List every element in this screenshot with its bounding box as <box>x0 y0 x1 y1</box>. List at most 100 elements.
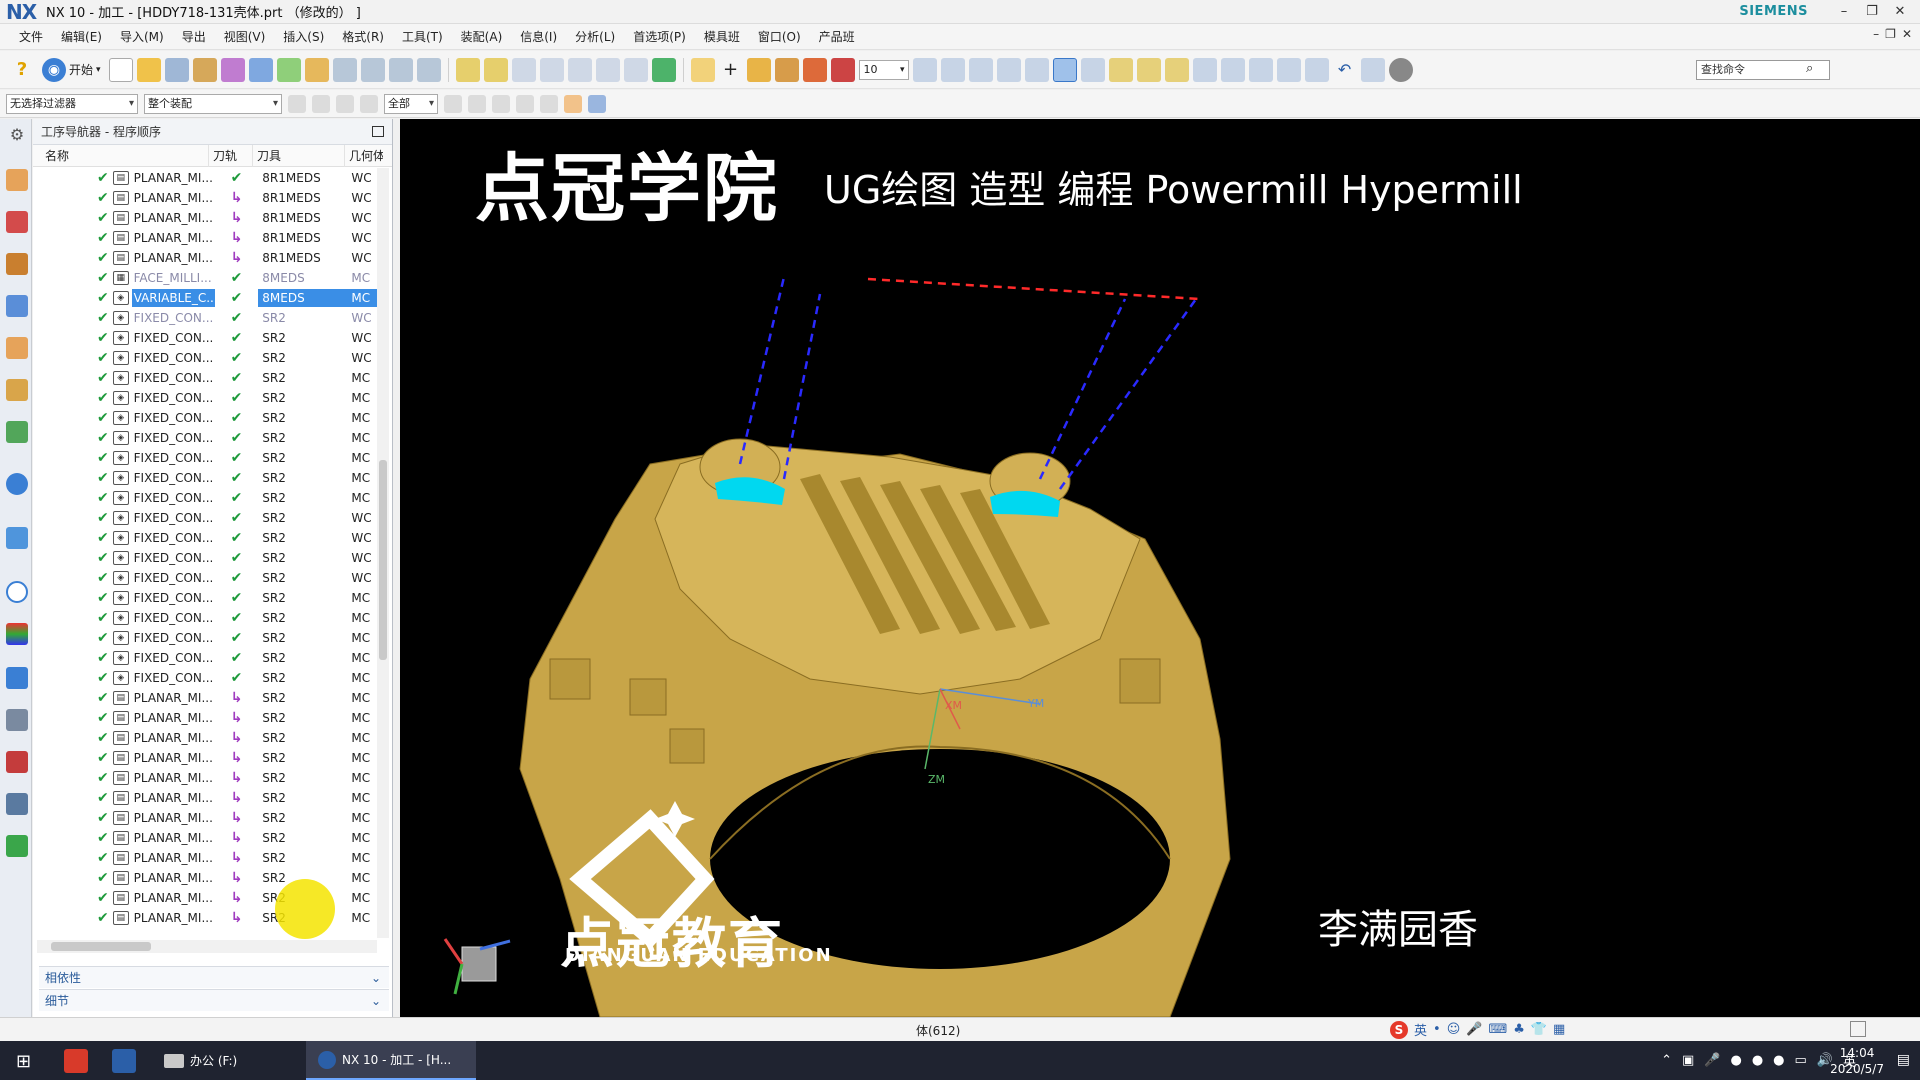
ime-voice-icon[interactable]: 🎤 <box>1466 1022 1482 1037</box>
maximize-panel-icon[interactable] <box>372 126 384 137</box>
operation-row[interactable]: ✔ ▤ PLANAR_MI... ✔ 8R1MEDS WC <box>33 168 383 188</box>
roles-icon[interactable] <box>6 751 28 773</box>
history-icon[interactable] <box>6 581 28 603</box>
view-rotate-icon[interactable] <box>996 57 1021 82</box>
doc-minimize-button[interactable]: – <box>1873 27 1879 41</box>
operation-row[interactable]: ✔ ◈ FIXED_CON... ✔ SR2 WC <box>33 328 383 348</box>
hd3d-tools-icon[interactable] <box>6 473 28 495</box>
tray-qq-icon[interactable]: ● <box>1730 1053 1741 1068</box>
create-method-icon[interactable] <box>276 57 301 82</box>
type-filter-select[interactable]: 全部 <box>384 93 438 114</box>
menu-assembly[interactable]: 装配(A) <box>452 28 512 45</box>
ruler-icon[interactable] <box>1192 57 1217 82</box>
stop-icon[interactable] <box>830 57 855 82</box>
tray-monitor-icon[interactable]: ▭ <box>1795 1053 1807 1068</box>
taskbar-clock[interactable]: 14:04 2020/5/7 <box>1830 1045 1884 1077</box>
doc-restore-button[interactable]: ❐ <box>1885 27 1896 41</box>
view-orient-icon[interactable] <box>1024 57 1049 82</box>
operation-row[interactable]: ✔ ▤ PLANAR_MI... ↳ 8R1MEDS WC <box>33 188 383 208</box>
operation-row[interactable]: ✔ ◈ FIXED_CON... ✔ SR2 MC <box>33 468 383 488</box>
geometry-view-icon[interactable] <box>388 57 413 82</box>
verify-toolpath-icon[interactable] <box>539 57 564 82</box>
process-studio-icon[interactable] <box>6 667 28 689</box>
operation-row[interactable]: ✔ ▤ PLANAR_MI... ↳ SR2 MC <box>33 768 383 788</box>
column-header-tool[interactable]: 刀具 <box>253 144 345 167</box>
operation-row[interactable]: ✔ ◈ FIXED_CON... ✔ SR2 MC <box>33 608 383 628</box>
create-operation-icon[interactable] <box>304 57 329 82</box>
vertical-scrollbar[interactable] <box>377 168 389 938</box>
menu-info[interactable]: 信息(I) <box>511 28 566 45</box>
palette-icon[interactable] <box>6 623 28 645</box>
show-hide-icon[interactable] <box>540 94 558 113</box>
windows-start-icon[interactable]: ⊞ <box>16 1051 31 1072</box>
ime-punct-icon[interactable]: • <box>1433 1022 1441 1037</box>
view-pan-icon[interactable] <box>968 57 993 82</box>
measure-icon[interactable] <box>1136 57 1161 82</box>
taskbar-nx-window[interactable]: NX 10 - 加工 - [H... <box>306 1041 476 1080</box>
select-rect-icon[interactable] <box>516 94 534 113</box>
operation-row[interactable]: ✔ ◈ VARIABLE_C... ✔ 8MEDS MC <box>33 288 383 308</box>
save-view-icon[interactable] <box>1304 57 1329 82</box>
taskbar-office-folder[interactable]: 办公 (F:) <box>156 1041 237 1080</box>
operation-row[interactable]: ✔ ▦ FACE_MILLI... ✔ 8MEDS MC <box>33 268 383 288</box>
doc-close-button[interactable]: ✕ <box>1902 27 1912 41</box>
constraint-navigator-icon[interactable] <box>6 211 28 233</box>
box-icon[interactable] <box>774 57 799 82</box>
operation-row[interactable]: ✔ ▤ PLANAR_MI... ↳ SR2 MC <box>33 708 383 728</box>
scrollbar-thumb[interactable] <box>379 460 387 660</box>
feature-navigator-icon[interactable] <box>6 379 28 401</box>
minimize-button[interactable]: – <box>1832 2 1856 22</box>
operation-row[interactable]: ✔ ◈ FIXED_CON... ✔ SR2 MC <box>33 588 383 608</box>
undo-icon[interactable]: ↶ <box>1333 58 1357 82</box>
ime-lang-icon[interactable]: 英 <box>1414 1020 1427 1039</box>
menu-analysis[interactable]: 分析(L) <box>566 28 624 45</box>
fullscreen-icon[interactable] <box>1850 1021 1866 1037</box>
create-tool-icon[interactable] <box>220 57 245 82</box>
operation-row[interactable]: ✔ ◈ FIXED_CON... ✔ SR2 MC <box>33 488 383 508</box>
selection-filter-select[interactable]: 无选择过滤器 <box>6 93 138 114</box>
operation-row[interactable]: ✔ ▤ PLANAR_MI... ↳ SR2 MC <box>33 728 383 748</box>
solid-body-icon[interactable] <box>564 94 582 113</box>
app-pinned-icon[interactable] <box>64 1049 88 1073</box>
ime-skin-icon[interactable]: 👕 <box>1531 1022 1547 1037</box>
column-header-toolpath[interactable]: 刀轨 <box>209 144 253 167</box>
column-header-geometry[interactable]: 几何体 <box>345 145 383 167</box>
operation-row[interactable]: ✔ ◈ FIXED_CON... ✔ SR2 MC <box>33 648 383 668</box>
manufacturing-wizard-icon[interactable] <box>6 709 28 731</box>
operation-row[interactable]: ✔ ◈ FIXED_CON... ✔ SR2 MC <box>33 668 383 688</box>
output-cls-icon[interactable] <box>651 57 676 82</box>
method-view-icon[interactable] <box>416 57 441 82</box>
system-materials-icon[interactable] <box>6 793 28 815</box>
operation-row[interactable]: ✔ ◈ FIXED_CON... ✔ SR2 MC <box>33 388 383 408</box>
operation-row[interactable]: ✔ ◈ FIXED_CON... ✔ SR2 MC <box>33 428 383 448</box>
select-chain-icon[interactable] <box>444 94 462 113</box>
sheet-body-icon[interactable] <box>588 94 606 113</box>
tray-expand-icon[interactable]: ⌃ <box>1661 1053 1672 1068</box>
assembly-navigator-icon[interactable] <box>1276 57 1301 82</box>
operation-row[interactable]: ✔ ▤ PLANAR_MI... ↳ SR2 MC <box>33 848 383 868</box>
dependencies-panel[interactable]: 相依性 ⌄ <box>39 966 389 988</box>
replay-toolpath-icon[interactable] <box>483 57 508 82</box>
snap-center-icon[interactable] <box>360 94 378 113</box>
view-fit-icon[interactable] <box>912 57 937 82</box>
operation-row[interactable]: ✔ ▤ PLANAR_MI... ↳ SR2 MC <box>33 828 383 848</box>
operation-row[interactable]: ✔ ◈ FIXED_CON... ✔ SR2 WC <box>33 308 383 328</box>
web-browser-icon[interactable] <box>6 527 28 549</box>
operation-row[interactable]: ✔ ◈ FIXED_CON... ✔ SR2 MC <box>33 448 383 468</box>
shading-mode-icon[interactable] <box>1052 57 1077 82</box>
menu-mold-class[interactable]: 模具班 <box>695 28 749 45</box>
postprocess-icon[interactable] <box>595 57 620 82</box>
operation-row[interactable]: ✔ ▤ PLANAR_MI... ↳ 8R1MEDS WC <box>33 248 383 268</box>
parts-navigator-icon[interactable] <box>1248 57 1273 82</box>
operation-row[interactable]: ✔ ◈ FIXED_CON... ✔ SR2 MC <box>33 408 383 428</box>
column-header-name[interactable]: 名称 <box>33 144 209 167</box>
operation-row[interactable]: ✔ ◈ FIXED_CON... ✔ SR2 MC <box>33 628 383 648</box>
select-icon[interactable] <box>690 57 715 82</box>
menu-edit[interactable]: 编辑(E) <box>52 28 111 45</box>
ime-emoji-icon[interactable]: ☺ <box>1447 1022 1461 1037</box>
operation-row[interactable]: ✔ ◈ FIXED_CON... ✔ SR2 WC <box>33 528 383 548</box>
operation-row[interactable]: ✔ ◈ FIXED_CON... ✔ SR2 MC <box>33 368 383 388</box>
open-folder-icon[interactable] <box>136 57 161 82</box>
save-icon[interactable] <box>164 57 189 82</box>
angle-icon[interactable] <box>1220 57 1245 82</box>
